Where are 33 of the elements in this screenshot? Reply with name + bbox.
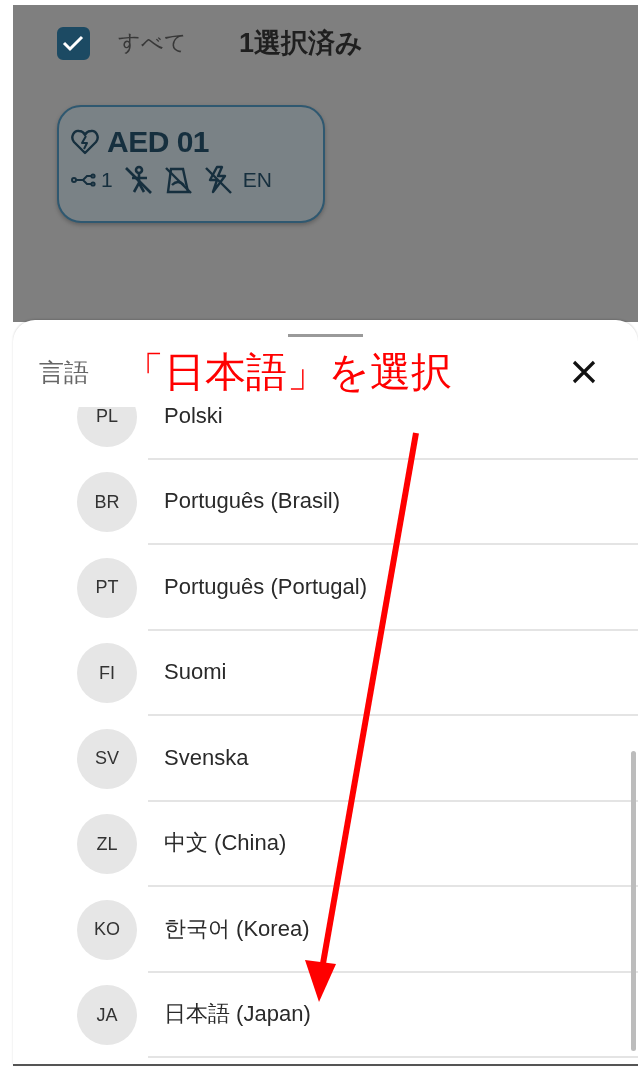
language-name[interactable]: 日本語 (Japan)	[164, 999, 311, 1030]
crossed-person-icon	[122, 165, 153, 195]
device-name: AED 01	[107, 125, 210, 159]
language-name[interactable]: Polski	[164, 407, 223, 429]
language-avatar: SV	[77, 728, 137, 789]
connector-icon	[71, 173, 97, 187]
crossed-pad-icon	[162, 165, 193, 195]
language-avatar: BR	[77, 472, 137, 533]
close-icon[interactable]	[572, 360, 596, 384]
device-card[interactable]: AED 01 1 EN	[57, 105, 325, 223]
heart-bolt-icon	[71, 129, 99, 155]
select-all-label: すべて	[118, 29, 187, 57]
language-name[interactable]: Svenska	[164, 744, 249, 771]
crossed-bolt-icon	[202, 165, 233, 195]
language-avatar: PL	[77, 407, 137, 447]
select-all-checkbox[interactable]	[57, 26, 90, 60]
annotation-text: 「日本語」を選択	[123, 347, 453, 397]
scrollbar[interactable]	[631, 751, 636, 1051]
sheet-title: 言語	[39, 356, 89, 388]
language-code: EN	[242, 168, 272, 192]
language-name[interactable]: 한국어 (Korea)	[164, 913, 310, 944]
language-name[interactable]: 中文 (China)	[164, 828, 287, 859]
language-avatar: FI	[77, 643, 137, 704]
language-avatar: KO	[77, 899, 137, 960]
connection-count: 1	[101, 168, 113, 192]
language-avatar: PT	[77, 557, 137, 618]
language-name[interactable]: Português (Portugal)	[164, 573, 367, 600]
language-name[interactable]: Português (Brasil)	[164, 488, 341, 515]
language-avatar: ZL	[77, 814, 137, 875]
language-name[interactable]: Suomi	[164, 659, 227, 686]
language-avatar: JA	[77, 985, 137, 1046]
selected-count: 1選択済み	[239, 27, 364, 60]
drag-handle[interactable]	[288, 334, 363, 337]
